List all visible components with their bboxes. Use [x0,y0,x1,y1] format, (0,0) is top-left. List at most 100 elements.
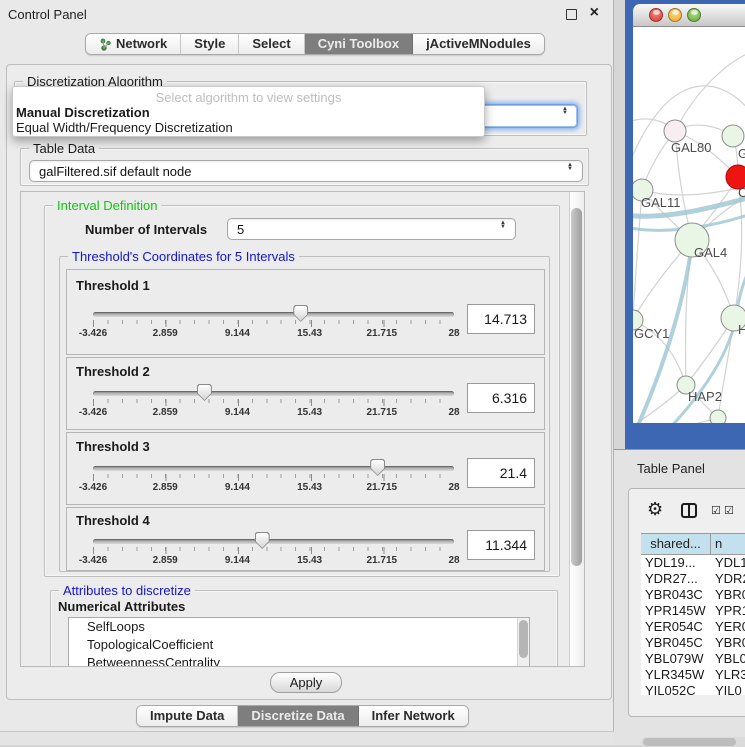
control-panel: Control Panel × Network Style Select Cyn… [0,0,614,745]
slider-track[interactable] [93,466,454,471]
cell[interactable]: YER054C [641,619,711,635]
group-title: Attributes to discretize [59,583,195,598]
list-scrollbar[interactable] [517,618,529,667]
settings-scrollbar-thumb[interactable] [571,208,582,566]
tick-label: 21.715 [367,555,398,566]
bottom-tabstrip: Impute Data Discretize Data Infer Networ… [136,705,469,727]
tick-label: 2.859 [153,555,178,566]
list-scrollbar-thumb[interactable] [519,620,528,658]
table-row[interactable]: YBR045CYBR0 [641,635,745,651]
cell[interactable]: YBL0 [711,651,745,667]
cell[interactable]: YIL0 [711,683,745,695]
threshold-label: Threshold 1 [76,278,150,293]
cell[interactable]: YDR27... [641,571,711,587]
close-traffic-light-icon[interactable] [649,8,663,22]
numerical-attributes-list[interactable]: SelfLoops TopologicalCoefficient Between… [68,617,530,667]
tab-cyni-toolbox[interactable]: Cyni Toolbox [305,34,413,54]
close-icon[interactable]: × [590,4,599,22]
tick-label: 21.715 [367,482,398,493]
tab-network[interactable]: Network [86,34,181,54]
threshold-slider-3[interactable]: -3.426 2.859 9.144 15.43 21.715 28 [93,460,454,494]
cell[interactable]: YDR2 [711,571,745,587]
tab-discretize-data[interactable]: Discretize Data [238,706,358,726]
control-panel-titlebar: Control Panel × [0,0,613,28]
tick-label: 9.144 [225,555,250,566]
tab-impute-data[interactable]: Impute Data [137,706,238,726]
cell[interactable]: YDL19... [641,555,711,571]
cell[interactable]: YBR0 [711,587,745,603]
tab-jactivemnodules[interactable]: jActiveMNodules [413,34,544,54]
table-row[interactable]: YIL052CYIL0 [641,683,745,695]
tab-select[interactable]: Select [239,34,304,54]
table-row[interactable]: YBR043CYBR0 [641,587,745,603]
tick-label: 21.715 [367,328,398,339]
table-row[interactable]: YBL079WYBL0 [641,651,745,667]
algorithm-dropdown-popup: Select algorithm to view settings Manual… [12,86,485,137]
settings-scrollbar[interactable] [569,192,584,666]
column-header-shared-name[interactable]: shared... [641,534,711,554]
threshold-slider-1[interactable]: -3.426 2.859 9.144 15.43 21.715 28 [93,306,454,340]
slider-track[interactable] [93,391,454,396]
popup-hint: Select algorithm to view settings [13,90,484,105]
column-layout-icon[interactable] [681,503,697,518]
table-data-combo[interactable]: galFiltered.sif default node ▲▼ [29,160,583,182]
threshold-value-field[interactable]: 6.316 [467,383,535,413]
threshold-slider-4[interactable]: -3.426 2.859 9.144 15.43 21.715 28 [93,533,454,567]
num-intervals-combo[interactable]: 5 ▲▼ [227,218,516,240]
settings-scrollpane: Interval Definition Number of Intervals … [20,191,585,667]
cell[interactable]: YBR0 [711,635,745,651]
table-panel-body: ⚙ ☑ ☑ shared... n YDL19...YDL1 YDR27...Y… [628,488,745,717]
list-item[interactable]: BetweennessCentrality [69,654,529,667]
tab-style[interactable]: Style [181,34,239,54]
gear-icon[interactable]: ⚙ [647,500,663,518]
apply-button[interactable]: Apply [270,672,342,693]
node-label-cut-h: H [738,322,745,337]
cyni-toolbox-panel: Discretization Algorithm ▲▼ Table Data g… [6,64,612,700]
checkbox-icon[interactable]: ☑ [724,504,734,517]
combo-value: 5 [237,219,244,240]
zoom-traffic-light-icon[interactable] [687,8,701,22]
cell[interactable]: YPR145W [641,603,711,619]
network-window-titlebar[interactable] [633,4,745,27]
cell[interactable]: YLR345W [641,667,711,683]
cell[interactable]: YBR045C [641,635,711,651]
popup-item-equal-width-frequency[interactable]: Equal Width/Frequency Discretization [16,120,233,135]
tick-label: 9.144 [225,407,250,418]
cell[interactable]: YBL079W [641,651,711,667]
float-window-icon[interactable] [566,9,577,20]
table-row[interactable]: YER054CYER0 [641,619,745,635]
cell[interactable]: YPR1 [711,603,745,619]
column-header-name[interactable]: n [711,534,745,554]
network-view-window: GAL80 GAL11 GAL4 GCY1 HAP2 G C H [625,0,745,449]
cell[interactable]: YIL052C [641,683,711,695]
cell[interactable]: YDL1 [711,555,745,571]
slider-track[interactable] [93,539,454,544]
slider-track[interactable] [93,312,454,317]
threshold-slider-2[interactable]: -3.426 2.859 9.144 15.43 21.715 28 [93,385,454,419]
table-row[interactable]: YLR345WYLR3 [641,667,745,683]
checkbox-icon[interactable]: ☑ [711,504,721,517]
cell[interactable]: YLR3 [711,667,745,683]
list-item[interactable]: TopologicalCoefficient [69,636,529,654]
tab-infer-network[interactable]: Infer Network [359,706,468,726]
cell[interactable]: YBR043C [641,587,711,603]
table-panel: Table Panel ⚙ ☑ ☑ shared... n YDL19...YD… [614,449,745,745]
node-label-hap2: HAP2 [688,389,722,404]
cell[interactable]: YER0 [711,619,745,635]
combo-stepper-icon: ▲▼ [498,221,508,229]
table-row[interactable]: YDL19...YDL1 [641,555,745,571]
threshold-value-field[interactable]: 14.713 [467,304,535,334]
table-row[interactable]: YPR145WYPR1 [641,603,745,619]
tick-label: 28 [448,328,459,339]
popup-item-manual-discretization[interactable]: Manual Discretization [16,105,150,120]
group-title: Interval Definition [53,198,161,213]
threshold-value-field[interactable]: 11.344 [467,530,535,560]
tick-label: 15.43 [297,407,322,418]
list-item[interactable]: SelfLoops [69,618,529,636]
minimize-traffic-light-icon[interactable] [668,8,682,22]
threshold-value-field[interactable]: 21.4 [467,458,535,488]
network-canvas[interactable]: GAL80 GAL11 GAL4 GCY1 HAP2 G C H [633,27,745,423]
table-horizontal-scrollbar[interactable] [641,737,745,747]
table-row[interactable]: YDR27...YDR2 [641,571,745,587]
slider-tick-labels: -3.426 2.859 9.144 15.43 21.715 28 [93,328,454,340]
